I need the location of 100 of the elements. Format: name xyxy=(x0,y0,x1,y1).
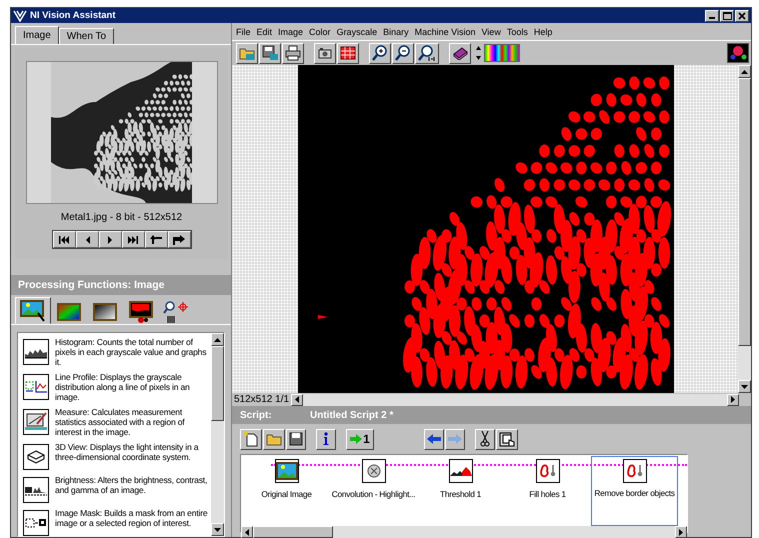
curved-arrow-icon xyxy=(150,234,162,244)
book-icon xyxy=(452,46,468,60)
function-icon[interactable] xyxy=(23,409,49,435)
grid-icon xyxy=(340,46,356,60)
up-arrow-icon xyxy=(214,338,221,342)
right-arrow-icon xyxy=(679,528,683,536)
info-icon xyxy=(323,432,329,446)
folder-icon xyxy=(266,432,282,446)
script-step[interactable]: Fill holes 1 xyxy=(504,456,591,526)
panel-tab[interactable]: Image xyxy=(15,26,59,44)
function-icon[interactable] xyxy=(23,339,49,365)
color-palette[interactable] xyxy=(484,44,520,62)
binary-image-icon xyxy=(129,301,153,323)
menu-item[interactable]: Machine Vision xyxy=(414,26,476,36)
zoom-in-icon xyxy=(372,45,388,61)
script-step[interactable]: Threshold 1 xyxy=(417,456,504,526)
run-to-step-button[interactable]: 1 xyxy=(346,428,374,450)
previous-icon xyxy=(84,236,90,244)
menu-item[interactable]: Grayscale xyxy=(336,26,378,36)
menu-item[interactable]: Help xyxy=(534,26,552,36)
down-arrow-icon xyxy=(214,528,221,532)
menu-item[interactable]: View xyxy=(481,26,501,36)
picture-icon xyxy=(20,300,46,322)
menu-item[interactable]: Tools xyxy=(506,26,528,36)
cut-button[interactable] xyxy=(475,428,495,450)
redo-button[interactable] xyxy=(168,231,190,248)
line-profile-icon xyxy=(25,380,47,394)
print-button[interactable] xyxy=(282,42,304,64)
left-arrow-icon xyxy=(427,434,441,444)
scroll-thumb[interactable] xyxy=(211,346,224,421)
function-icon[interactable] xyxy=(23,477,49,503)
function-icon[interactable] xyxy=(23,374,49,400)
ruler-pencil-icon xyxy=(25,412,47,432)
previous-image-button[interactable] xyxy=(76,231,98,248)
function-description: 3D View: Displays the light intensity in a three-dimensional coordinate system. xyxy=(55,442,200,462)
category-tab[interactable] xyxy=(15,297,51,324)
step-back-button[interactable] xyxy=(424,428,444,450)
zoom-out-button[interactable] xyxy=(392,42,414,64)
zoom-in-button[interactable] xyxy=(369,42,391,64)
next-image-button[interactable] xyxy=(98,231,122,248)
mask-icon xyxy=(25,516,47,530)
left-arrow-icon xyxy=(245,528,249,536)
close-button[interactable] xyxy=(735,10,749,22)
printer-icon xyxy=(285,45,301,61)
acquire-button[interactable] xyxy=(314,42,336,64)
actual-size-button[interactable] xyxy=(415,42,439,64)
script-step[interactable]: Original Image xyxy=(243,456,330,526)
scrollbar[interactable] xyxy=(211,333,224,536)
step-label: Fill holes 1 xyxy=(529,489,566,499)
paste-button[interactable] xyxy=(496,428,518,450)
particle-icon xyxy=(626,464,642,478)
magnifier-icon xyxy=(418,44,436,62)
scroll-thumb[interactable] xyxy=(253,526,333,538)
script-step[interactable]: Convolution - Highlight... xyxy=(330,456,417,526)
save-image-button[interactable] xyxy=(259,42,281,64)
open-image-button[interactable] xyxy=(236,42,258,64)
image-size-status: 512x512 1/1 xyxy=(233,394,290,405)
menu-item[interactable]: Image xyxy=(278,26,304,36)
gradient-icon xyxy=(93,303,117,321)
function-icon[interactable] xyxy=(23,444,49,470)
new-document-icon xyxy=(243,431,259,447)
grid-button[interactable] xyxy=(337,42,359,64)
scroll-thumb[interactable] xyxy=(738,78,751,346)
script-step[interactable]: Remove border objects xyxy=(591,456,678,526)
window-title: NI Vision Assistant xyxy=(30,10,117,21)
function-icon[interactable] xyxy=(23,510,49,536)
right-arrow-icon xyxy=(731,396,735,403)
down-arrow-icon xyxy=(741,384,748,388)
save-script-button[interactable] xyxy=(286,428,306,450)
step-label: Original Image xyxy=(261,489,312,499)
menu-item[interactable]: Color xyxy=(309,26,331,36)
scrollbar[interactable] xyxy=(241,526,687,538)
step-forward-button[interactable] xyxy=(445,428,465,450)
panel-tab[interactable]: When To xyxy=(58,28,114,44)
function-description: Measure: Calculates measurement statistics associated with a region of interest in the image. xyxy=(55,407,186,437)
new-script-button[interactable] xyxy=(240,428,262,450)
up-arrow-icon xyxy=(741,70,748,74)
curved-arrow-icon xyxy=(173,234,185,244)
threshold-icon xyxy=(450,466,472,476)
save-icon xyxy=(289,432,303,446)
open-script-button[interactable] xyxy=(263,428,285,450)
menu-item[interactable]: Binary xyxy=(383,26,409,36)
circle-x-icon xyxy=(366,464,380,478)
maximize-icon xyxy=(722,12,732,20)
minimize-button[interactable] xyxy=(705,10,719,22)
image-caption: Metal1.jpg - 8 bit - 512x512 xyxy=(60,212,182,223)
maximize-button[interactable] xyxy=(720,10,734,22)
function-description: Line Profile: Displays the grayscale distribution along a line of pixels in an image. xyxy=(55,372,191,402)
last-image-button[interactable] xyxy=(122,231,144,248)
menu-item[interactable]: Edit xyxy=(256,26,272,36)
menu-item[interactable]: File xyxy=(236,26,251,36)
undo-button[interactable] xyxy=(144,231,168,248)
scrollbar[interactable] xyxy=(738,65,751,393)
first-image-button[interactable] xyxy=(52,231,76,248)
minimize-icon xyxy=(709,16,715,18)
step-label: Convolution - Highlight... xyxy=(332,489,416,499)
info-button[interactable] xyxy=(316,428,336,450)
step-label: Threshold 1 xyxy=(440,489,481,499)
scrollbar[interactable] xyxy=(291,394,739,406)
help-book-button[interactable] xyxy=(449,42,471,64)
